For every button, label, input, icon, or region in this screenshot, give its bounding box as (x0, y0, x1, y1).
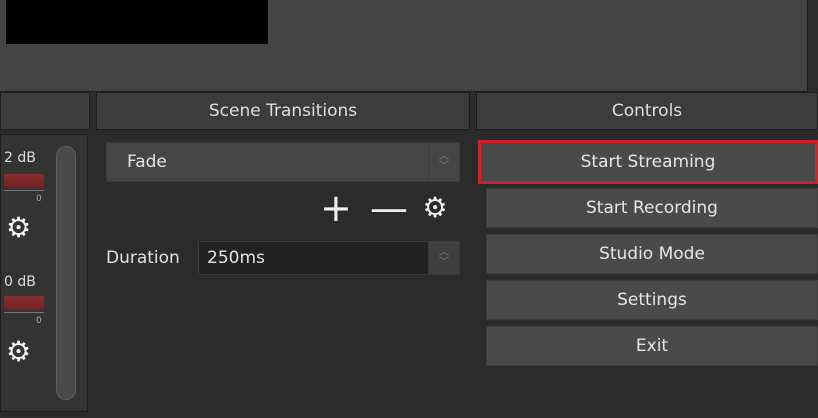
mixer-track-1-meter (4, 174, 44, 188)
duration-label: Duration (106, 248, 180, 268)
mixer-track-2-gear-icon[interactable]: ⚙ (6, 338, 31, 366)
preview-canvas (6, 0, 268, 44)
settings-button[interactable]: Settings (486, 280, 818, 320)
chevron-updown-icon: ︿ ﹀ (428, 143, 459, 181)
transition-select-value: Fade (127, 152, 167, 172)
mixer-track-2-zero: 0 (36, 316, 42, 326)
studio-mode-button[interactable]: Studio Mode (486, 234, 818, 274)
mixer-track-2-ticks (4, 312, 44, 313)
duration-value: 250ms (207, 248, 265, 268)
mixer-scrollbar[interactable] (56, 146, 76, 400)
mixer-track-2-meter (4, 296, 44, 310)
transition-select[interactable]: Fade ︿ ﹀ (106, 142, 460, 182)
plus-icon[interactable]: + (320, 188, 352, 228)
controls-header: Controls (476, 92, 818, 130)
start-recording-button[interactable]: Start Recording (486, 188, 818, 228)
mixer-track-1-zero: 0 (36, 194, 42, 204)
mixer-track-2-db: 0 dB (4, 274, 36, 290)
duration-spinbox[interactable]: 250ms ︿ ﹀ (198, 241, 460, 275)
mixer-dock-header (0, 92, 90, 130)
exit-button[interactable]: Exit (486, 326, 818, 366)
gear-icon[interactable]: ⚙ (420, 193, 450, 223)
scene-transitions-header: Scene Transitions (96, 92, 470, 130)
mixer-track-1-ticks (4, 190, 44, 191)
mixer-track-1-db: 2 dB (4, 150, 36, 166)
spin-arrows-icon[interactable]: ︿ ﹀ (428, 242, 459, 274)
minus-icon[interactable]: — (370, 188, 408, 228)
mixer-track-1-gear-icon[interactable]: ⚙ (6, 214, 31, 242)
start-streaming-button[interactable]: Start Streaming (478, 140, 818, 184)
